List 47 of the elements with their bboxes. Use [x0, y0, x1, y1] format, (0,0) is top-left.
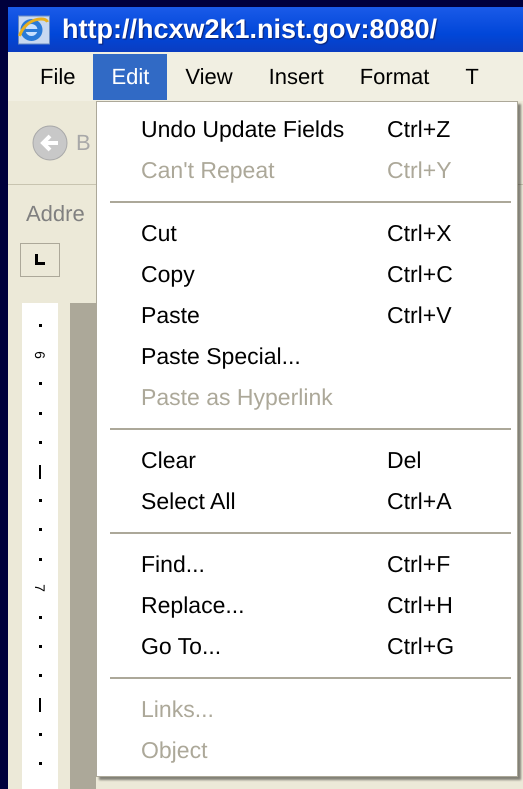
menu-entry-label: Go To... — [141, 633, 222, 660]
menu-item[interactable]: View — [167, 54, 251, 100]
menu-item[interactable]: Insert — [250, 54, 342, 100]
menu-item[interactable]: Format — [342, 54, 448, 100]
left-tab-icon — [34, 254, 46, 266]
shortcut-label: Ctrl+Z — [387, 116, 450, 143]
shortcut-label: Ctrl+F — [387, 551, 450, 578]
menu-entry[interactable]: Select All Ctrl+A — [97, 481, 517, 522]
menu-item[interactable]: Edit — [93, 54, 168, 100]
browser-icon — [15, 14, 52, 46]
shortcut-label: Ctrl+X — [387, 220, 452, 247]
window-title: http://hcxw2k1.nist.gov:8080/ — [62, 14, 438, 45]
menu-entry-label: Links... — [141, 696, 214, 723]
menu-entry-label: Object — [141, 737, 208, 764]
shortcut-label: Ctrl+G — [387, 633, 454, 660]
menu-entry[interactable]: Clear Del — [97, 440, 517, 481]
menu-entry[interactable]: Copy Ctrl+C — [97, 254, 517, 295]
tab-stop-button[interactable] — [20, 243, 60, 277]
menu-entry-label: Can't Repeat — [141, 157, 275, 184]
menu-entry-label: Paste Special... — [141, 343, 301, 370]
shortcut-label: Ctrl+H — [387, 592, 453, 619]
shortcut-label: Ctrl+C — [387, 261, 453, 288]
shortcut-label: Ctrl+A — [387, 488, 452, 515]
menu-entry-label: Clear — [141, 447, 196, 474]
menu-entry-label: Paste — [141, 302, 200, 329]
menu-entry[interactable]: Undo Update Fields Ctrl+Z — [97, 109, 517, 150]
shortcut-label: Ctrl+V — [387, 302, 452, 329]
menu-item[interactable]: T — [447, 54, 497, 100]
menu-entry[interactable]: Go To... Ctrl+G — [97, 626, 517, 667]
shortcut-label: Ctrl+Y — [387, 157, 452, 184]
menu-entry-label: Paste as Hyperlink — [141, 384, 333, 411]
menu-entry-label: Replace... — [141, 592, 245, 619]
menu-entry[interactable]: Paste Special... — [97, 336, 517, 377]
menu-item[interactable]: File — [22, 54, 94, 100]
menu-entry[interactable]: Paste Ctrl+V — [97, 295, 517, 336]
menu-entry-label: Select All — [141, 488, 236, 515]
menu-entry-label: Undo Update Fields — [141, 116, 344, 143]
menu-entry-label: Copy — [141, 261, 195, 288]
ruler-number: 7 — [33, 584, 47, 592]
menu-entry-label: Cut — [141, 220, 177, 247]
address-label: Addre — [26, 201, 86, 228]
menu-entry[interactable]: Replace... Ctrl+H — [97, 585, 517, 626]
menu-entry[interactable]: Cut Ctrl+X — [97, 213, 517, 254]
menu-entry[interactable]: Find... Ctrl+F — [97, 544, 517, 585]
menu-entry-label: Find... — [141, 551, 205, 578]
ruler-number: 6 — [33, 350, 47, 359]
shortcut-label: Del — [387, 447, 422, 474]
